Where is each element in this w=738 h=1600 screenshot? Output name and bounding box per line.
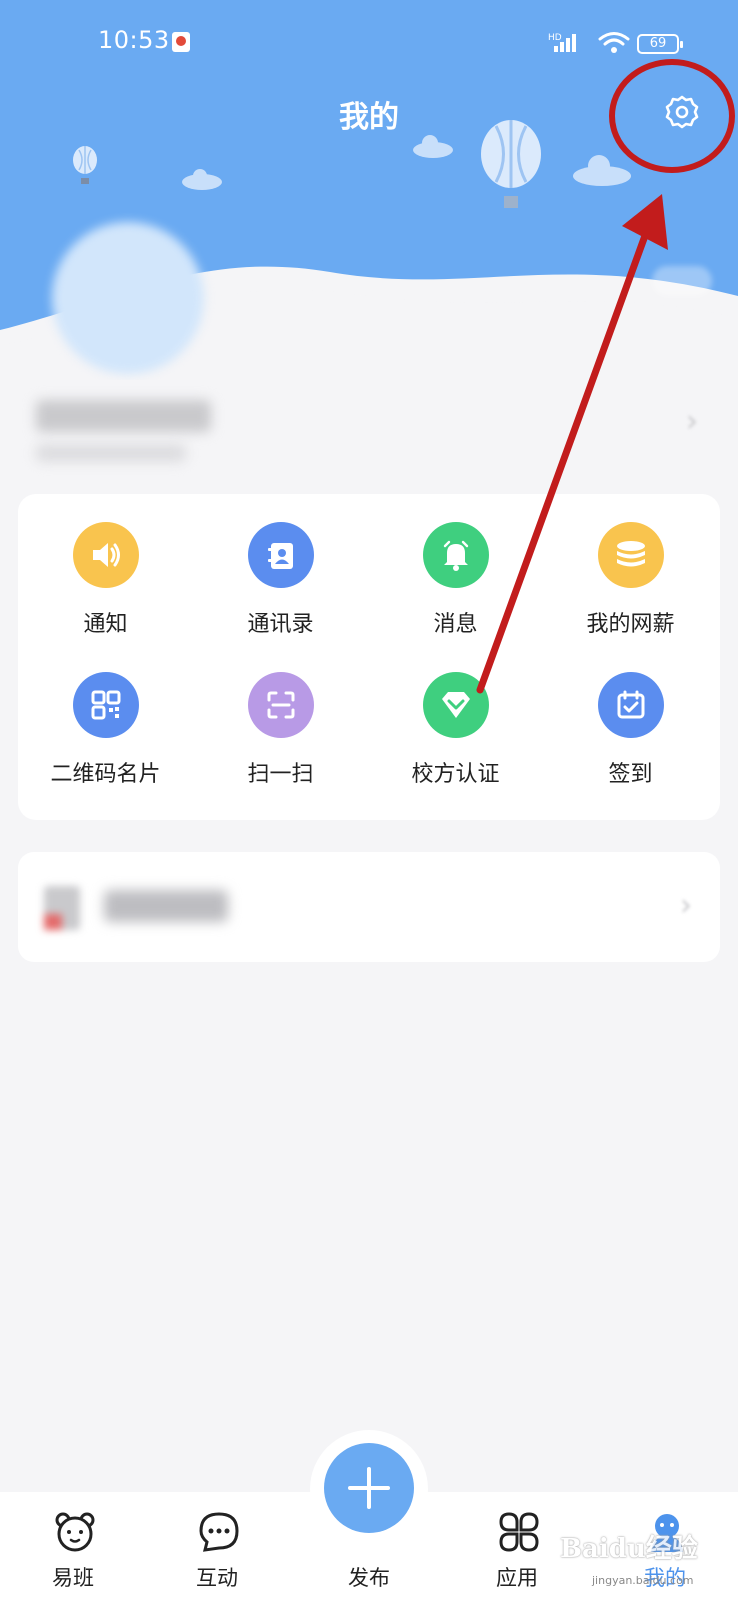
cloud-icon (573, 155, 631, 186)
profile-name-redacted (36, 400, 211, 432)
feature-wallet[interactable]: 我的网薪 (543, 522, 718, 662)
avatar[interactable] (52, 222, 204, 374)
nav-apps[interactable]: 应用 (462, 1492, 572, 1600)
feature-label: 通知 (83, 612, 128, 637)
feature-label: 通讯录 (247, 612, 314, 637)
feature-label: 扫一扫 (247, 762, 314, 787)
feature-messages[interactable]: 消息 (368, 522, 543, 662)
nav-yiban[interactable]: 易班 (18, 1492, 128, 1600)
battery-indicator: 69 (637, 34, 683, 54)
page-title: 我的 (339, 100, 399, 135)
cloud-icon (413, 135, 453, 158)
feature-label: 二维码名片 (50, 762, 161, 787)
signal-icon: HD (548, 33, 576, 52)
course-icon (44, 886, 80, 930)
feature-school-verify[interactable]: 校方认证 (368, 672, 543, 812)
feature-scan[interactable]: 扫一扫 (193, 672, 368, 812)
feature-label: 消息 (433, 612, 478, 637)
profile-tag[interactable] (652, 266, 712, 296)
feature-label: 校方认证 (411, 762, 500, 787)
feature-notice[interactable]: 通知 (18, 522, 193, 662)
gear-icon (665, 95, 699, 129)
feature-label: 签到 (608, 762, 653, 787)
bear-face-icon (53, 1510, 97, 1554)
feature-qr-card[interactable]: 二维码名片 (18, 672, 193, 812)
watermark-url: jingyan.baidu.com (592, 1574, 694, 1587)
network-label: HD (548, 33, 562, 43)
features-card: 通知 通讯录 消息 我的网薪 二维码名片 扫一扫 校方认证 签到 (18, 494, 720, 820)
bell-icon (423, 522, 489, 588)
status-bar: 10:53 HD 69 (0, 0, 738, 90)
nav-label: 应用 (496, 1566, 538, 1590)
chevron-right-icon: › (686, 404, 698, 439)
profile-subtitle-redacted (36, 444, 186, 462)
nav-label: 发布 (348, 1566, 390, 1590)
feature-label: 我的网薪 (586, 612, 675, 637)
course-title-redacted (104, 890, 228, 922)
publish-button[interactable] (324, 1443, 414, 1533)
feature-contacts[interactable]: 通讯录 (193, 522, 368, 662)
watermark: Baidu经验 (560, 1534, 698, 1564)
nav-interact[interactable]: 互动 (162, 1492, 272, 1600)
calendar-check-icon (598, 672, 664, 738)
settings-button[interactable] (660, 90, 704, 134)
cloud-icon (182, 169, 222, 190)
feature-checkin[interactable]: 签到 (543, 672, 718, 812)
qr-code-icon (73, 672, 139, 738)
contacts-icon (248, 522, 314, 588)
speaker-icon (73, 522, 139, 588)
balloon-icon (73, 146, 97, 184)
status-time: 10:53 (98, 26, 170, 54)
course-card[interactable]: › (18, 852, 720, 962)
four-leaf-icon (497, 1510, 541, 1554)
wifi-icon (598, 32, 630, 53)
location-icon (172, 32, 190, 52)
chevron-right-icon: › (680, 888, 692, 923)
nav-label: 互动 (196, 1566, 238, 1590)
diamond-icon (423, 672, 489, 738)
plus-icon (348, 1467, 390, 1509)
chat-bubble-icon (197, 1510, 241, 1554)
scan-icon (248, 672, 314, 738)
nav-label: 易班 (52, 1566, 94, 1590)
profile-info-row[interactable]: › (36, 396, 702, 476)
coins-icon (598, 522, 664, 588)
